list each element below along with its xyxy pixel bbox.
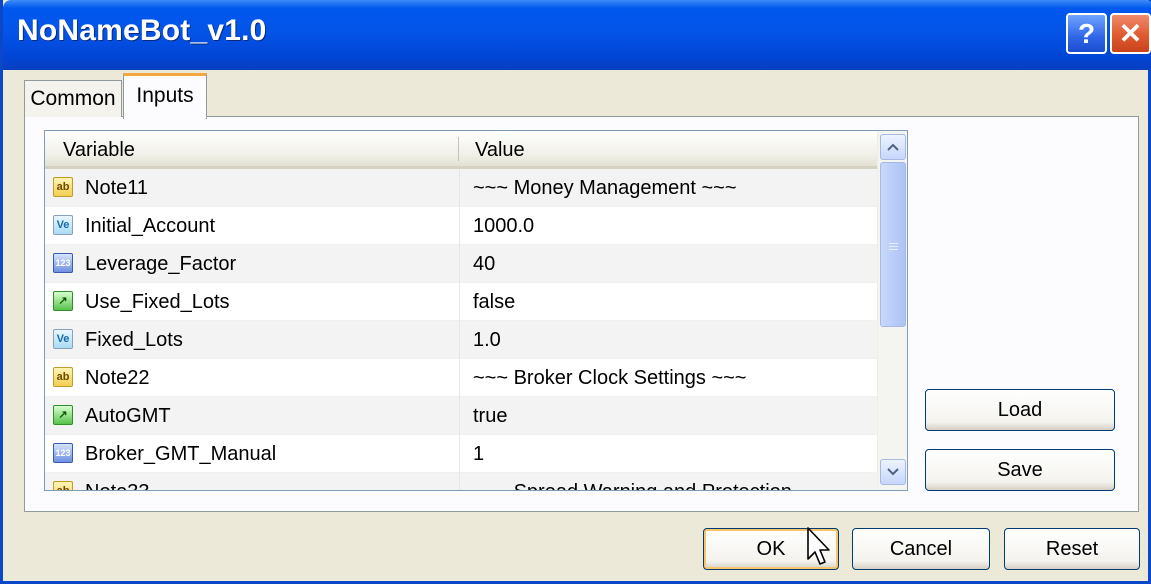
close-button[interactable]: ✕: [1110, 13, 1151, 54]
scroll-thumb[interactable]: [880, 162, 906, 327]
table-row[interactable]: ↗ AutoGMT true: [45, 397, 877, 435]
table-row[interactable]: ab Note11 ~~~ Money Management ~~~: [45, 169, 877, 207]
variable-name: Fixed_Lots: [85, 329, 183, 351]
chevron-up-icon: [887, 143, 899, 151]
double-ve-icon: Ve: [53, 215, 73, 235]
variable-name: Initial_Account: [85, 215, 216, 237]
table-row[interactable]: ab Note22 ~~~ Broker Clock Settings ~~~: [45, 359, 877, 397]
inputs-list-view[interactable]: Variable Value ab Note11 ~~~ Money Manag…: [44, 130, 908, 491]
variable-name: Note22: [85, 367, 150, 389]
list-rows: ab Note11 ~~~ Money Management ~~~ Ve In…: [45, 169, 877, 490]
table-row[interactable]: 123 Leverage_Factor 40: [45, 245, 877, 283]
list-header: Variable Value: [45, 131, 877, 169]
save-button[interactable]: Save: [925, 449, 1115, 491]
vertical-scrollbar[interactable]: [877, 131, 907, 490]
integer-123-icon: 123: [53, 443, 73, 463]
string-ab-icon: ab: [53, 367, 73, 387]
mouse-pointer-icon: [807, 527, 830, 565]
variable-name: Broker_GMT_Manual: [85, 443, 277, 465]
integer-123-icon: 123: [53, 253, 73, 273]
reset-button[interactable]: Reset: [1004, 528, 1140, 570]
help-button[interactable]: ?: [1066, 13, 1107, 54]
string-ab-icon: ab: [53, 481, 73, 490]
tab-common[interactable]: Common: [24, 80, 122, 117]
window-title: NoNameBot_v1.0: [17, 14, 267, 47]
column-divider[interactable]: [458, 137, 459, 161]
variable-name: Leverage_Factor: [85, 253, 237, 275]
tab-inputs[interactable]: Inputs: [123, 73, 207, 119]
string-ab-icon: ab: [53, 177, 73, 197]
load-button[interactable]: Load: [925, 389, 1115, 431]
variable-name: Use_Fixed_Lots: [85, 291, 230, 313]
variable-value[interactable]: 40: [473, 253, 495, 276]
scroll-up-button[interactable]: [880, 134, 906, 160]
variable-value[interactable]: 1: [473, 443, 484, 466]
grip-icon: [889, 243, 898, 244]
boolean-icon: ↗: [53, 291, 73, 311]
boolean-icon: ↗: [53, 405, 73, 425]
table-row[interactable]: 123 Broker_GMT_Manual 1: [45, 435, 877, 473]
variable-value[interactable]: false: [473, 291, 515, 314]
double-ve-icon: Ve: [53, 329, 73, 349]
variable-value[interactable]: ~~~ Money Management ~~~: [473, 177, 737, 200]
variable-name: Note33: [85, 481, 150, 490]
title-bar[interactable]: NoNameBot_v1.0 ? ✕: [3, 0, 1151, 70]
variable-value[interactable]: ~~~ Broker Clock Settings ~~~: [473, 367, 747, 390]
variable-value[interactable]: 1.0: [473, 329, 501, 352]
table-row[interactable]: ↗ Use_Fixed_Lots false: [45, 283, 877, 321]
variable-name: Note11: [85, 177, 149, 199]
chevron-down-icon: [887, 468, 899, 476]
scroll-down-button[interactable]: [880, 459, 906, 485]
column-header-value[interactable]: Value: [475, 139, 525, 162]
variable-name: AutoGMT: [85, 405, 171, 427]
table-row[interactable]: ab Note33 ~~~ Spread Warning and Protect…: [45, 473, 877, 490]
variable-value[interactable]: 1000.0: [473, 215, 534, 238]
table-row[interactable]: Ve Fixed_Lots 1.0: [45, 321, 877, 359]
column-header-variable[interactable]: Variable: [63, 139, 135, 162]
variable-value[interactable]: true: [473, 405, 507, 428]
cancel-button[interactable]: Cancel: [852, 528, 990, 570]
variable-value[interactable]: ~~~ Spread Warning and Protection ~~~: [473, 481, 833, 490]
table-row[interactable]: Ve Initial_Account 1000.0: [45, 207, 877, 245]
